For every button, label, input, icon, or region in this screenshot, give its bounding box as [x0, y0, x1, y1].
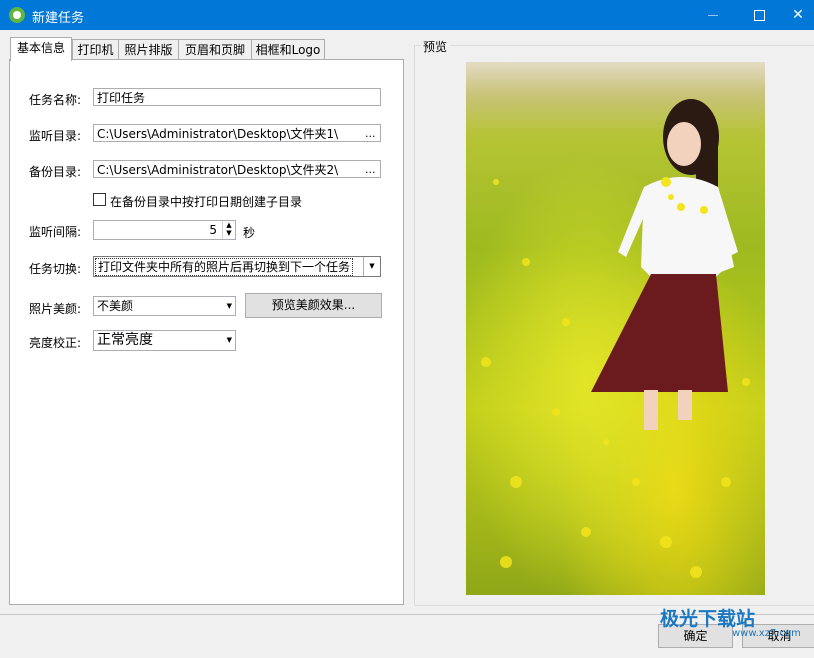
maximize-button[interactable] [736, 0, 782, 30]
app-icon [9, 7, 25, 23]
chevron-down-icon[interactable]: ▼ [363, 257, 380, 276]
window-title: 新建任务 [32, 11, 85, 26]
beauty-value: 不美颜 [97, 299, 134, 313]
preview-photo [466, 62, 765, 595]
spin-up-icon[interactable]: ▲ [223, 221, 235, 229]
tab-frame-logo[interactable]: 相框和Logo [251, 39, 325, 60]
task-name-input[interactable]: 打印任务 [93, 88, 381, 106]
tab-header-footer[interactable]: 页眉和页脚 [178, 39, 252, 60]
watch-dir-input[interactable]: C:\Users\Administrator\Desktop\文件夹1\ [93, 124, 381, 142]
close-button[interactable]: ✕ [782, 0, 814, 30]
brightness-label: 亮度校正: [29, 336, 82, 350]
tab-printer[interactable]: 打印机 [72, 39, 119, 60]
preview-beauty-button[interactable]: 预览美颜效果... [245, 293, 382, 318]
watch-dir-label: 监听目录: [29, 129, 82, 143]
interval-spin-buttons[interactable]: ▲ ▼ [222, 221, 235, 239]
backup-dir-browse-button[interactable]: ... [365, 163, 376, 177]
watermark-logo: 极光下载站 [660, 608, 756, 630]
interval-spinbox[interactable]: 5 ▲ ▼ [93, 220, 236, 240]
backup-dir-input[interactable]: C:\Users\Administrator\Desktop\文件夹2\ [93, 160, 381, 178]
interval-label: 监听间隔: [29, 225, 82, 239]
tab-basic-info[interactable]: 基本信息 [10, 37, 72, 61]
brightness-select[interactable]: 正常亮度 ▼ [93, 330, 236, 351]
switch-value: 打印文件夹中所有的照片后再切换到下一个任务 [95, 258, 354, 276]
preview-photo-illustration [481, 99, 750, 578]
subdir-checkbox[interactable] [93, 193, 106, 206]
beauty-label: 照片美颜: [29, 302, 82, 316]
tab-photo-layout[interactable]: 照片排版 [118, 39, 179, 60]
brightness-value: 正常亮度 [97, 332, 153, 348]
watch-dir-value: C:\Users\Administrator\Desktop\文件夹1\ [97, 127, 339, 141]
backup-dir-value: C:\Users\Administrator\Desktop\文件夹2\ [97, 163, 339, 177]
interval-unit: 秒 [243, 226, 256, 240]
spin-down-icon[interactable]: ▼ [223, 229, 235, 237]
beauty-select[interactable]: 不美颜 ▼ [93, 296, 236, 316]
watch-dir-browse-button[interactable]: ... [365, 127, 376, 141]
chevron-down-icon: ▼ [226, 336, 232, 344]
backup-dir-label: 备份目录: [29, 165, 82, 179]
task-name-label: 任务名称: [29, 93, 82, 107]
interval-value: 5 [209, 223, 217, 237]
minimize-icon [708, 14, 718, 16]
subdir-checkbox-label: 在备份目录中按打印日期创建子目录 [110, 195, 303, 209]
switch-combobox[interactable]: 打印文件夹中所有的照片后再切换到下一个任务 ▼ [93, 256, 381, 277]
preview-group-title: 预览 [420, 38, 451, 55]
watermark-url: www.xz7.com [732, 628, 801, 639]
maximize-icon [753, 9, 765, 21]
chevron-down-icon: ▼ [226, 302, 232, 310]
close-icon: ✕ [792, 7, 804, 23]
switch-label: 任务切换: [29, 262, 82, 276]
minimize-button[interactable] [690, 0, 736, 30]
